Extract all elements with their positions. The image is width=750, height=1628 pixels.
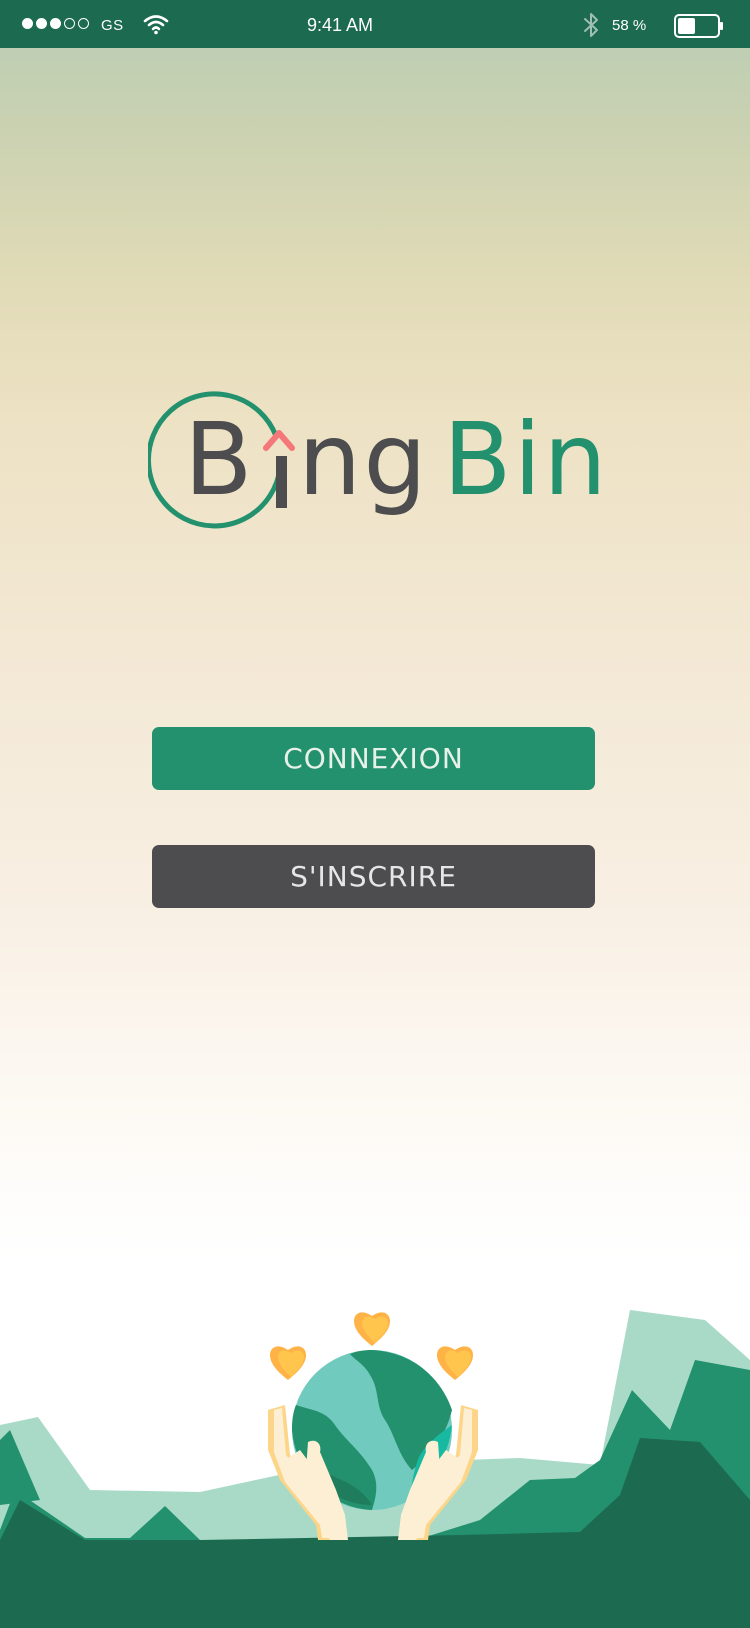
logo-text-gray: ng — [298, 401, 429, 518]
logo-text-green: Bin — [443, 401, 609, 518]
login-button[interactable]: CONNEXION — [152, 727, 595, 790]
signup-button[interactable]: S'INSCRIRE — [152, 845, 595, 908]
clock: 9:41 AM — [306, 15, 374, 35]
heart-icon — [270, 1346, 306, 1380]
logo-letter-b: B — [184, 401, 253, 518]
heart-icon — [437, 1346, 473, 1380]
logo-letter-i-stem — [276, 456, 287, 508]
status-bar: GS 9:41 AM 58 % — [0, 0, 750, 48]
battery-icon — [674, 14, 723, 38]
logo-arrow-up-icon — [263, 430, 295, 451]
earth-in-hands-illustration — [0, 1310, 750, 1628]
battery-percent: 58 % — [612, 17, 647, 34]
bluetooth-icon — [584, 13, 598, 37]
app-logo: B ng Bin — [148, 390, 608, 540]
heart-icon — [354, 1312, 390, 1346]
